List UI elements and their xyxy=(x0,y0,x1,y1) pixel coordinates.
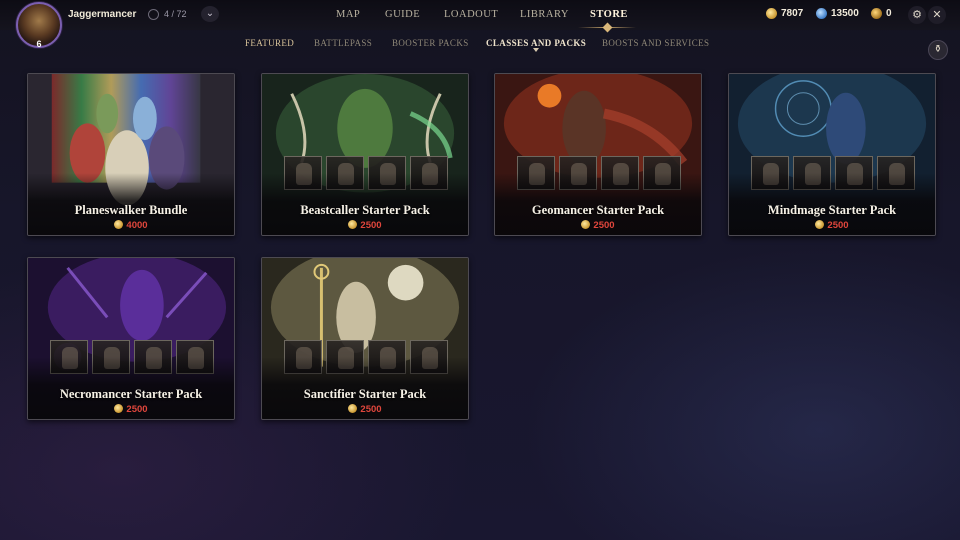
card-title: Sanctifier Starter Pack xyxy=(303,387,427,401)
subtab-booster-packs[interactable]: BOOSTER PACKS xyxy=(392,38,469,48)
close-icon[interactable]: ✕ xyxy=(928,6,946,24)
gold-coin-icon xyxy=(114,220,124,229)
nav-store[interactable]: STORE xyxy=(590,9,628,20)
rank-progress: 4 / 72 xyxy=(164,9,187,19)
card-title: Geomancer Starter Pack xyxy=(531,203,665,217)
gold-amount: 7807 xyxy=(781,8,804,19)
card-price: 4000 xyxy=(28,220,234,231)
store-card-necromancer[interactable]: Necromancer Starter Pack 2500 xyxy=(27,257,235,420)
gold-coin-icon xyxy=(815,220,825,229)
store-card-geomancer[interactable]: Geomancer Starter Pack 2500 xyxy=(494,73,702,236)
card-title: Necromancer Starter Pack xyxy=(59,387,203,401)
card-price: 2500 xyxy=(262,220,468,231)
subtab-featured[interactable]: FEATURED xyxy=(245,38,294,48)
card-price: 2500 xyxy=(729,220,935,231)
price-value: 2500 xyxy=(593,220,615,231)
chevron-down-icon[interactable]: ⌄ xyxy=(201,6,219,22)
price-value: 2500 xyxy=(360,220,382,231)
card-title: Mindmage Starter Pack xyxy=(767,203,897,217)
card-price: 2500 xyxy=(28,404,234,415)
token-amount: 0 xyxy=(886,8,892,19)
price-value: 2500 xyxy=(827,220,849,231)
gold-coin-icon xyxy=(114,404,124,413)
gem-amount: 13500 xyxy=(831,8,859,19)
token-currency: 0 xyxy=(871,8,892,19)
store-card-mindmage[interactable]: Mindmage Starter Pack 2500 xyxy=(728,73,936,236)
card-title: Planeswalker Bundle xyxy=(74,203,188,217)
card-price: 2500 xyxy=(495,220,701,231)
gold-coin-icon xyxy=(766,8,777,19)
store-card-sanctifier[interactable]: Sanctifier Starter Pack 2500 xyxy=(261,257,469,420)
nav-guide[interactable]: GUIDE xyxy=(385,9,420,20)
price-value: 4000 xyxy=(126,220,148,231)
gem-currency: 13500 xyxy=(816,8,859,19)
rank-icon xyxy=(148,9,159,20)
subtab-battlepass[interactable]: BATTLEPASS xyxy=(314,38,372,48)
gold-currency: 7807 xyxy=(766,8,803,19)
price-value: 2500 xyxy=(126,404,148,415)
player-level: 6 xyxy=(36,39,42,49)
store-card-beastcaller[interactable]: Beastcaller Starter Pack 2500 xyxy=(261,73,469,236)
token-icon xyxy=(871,8,882,19)
card-title: Beastcaller Starter Pack xyxy=(300,203,430,217)
subtab-classes-and-packs[interactable]: CLASSES AND PACKS xyxy=(486,38,586,48)
gold-coin-icon xyxy=(348,404,358,413)
card-price: 2500 xyxy=(262,404,468,415)
store-card-planeswalker[interactable]: Planeswalker Bundle 4000 xyxy=(27,73,235,236)
username[interactable]: Jaggermancer xyxy=(68,9,136,20)
nav-library[interactable]: LIBRARY xyxy=(520,9,569,20)
coin-bag-icon[interactable]: ⚱ xyxy=(928,40,948,60)
nav-map[interactable]: MAP xyxy=(336,9,360,20)
nav-loadout[interactable]: LOADOUT xyxy=(444,9,498,20)
gold-coin-icon xyxy=(348,220,358,229)
price-value: 2500 xyxy=(360,404,382,415)
active-subtab-caret xyxy=(533,48,539,52)
gold-coin-icon xyxy=(581,220,591,229)
subtab-boosts-and-services[interactable]: BOOSTS AND SERVICES xyxy=(602,38,709,48)
blue-gem-icon xyxy=(816,8,827,19)
settings-gear-icon[interactable]: ⚙ xyxy=(908,6,926,24)
